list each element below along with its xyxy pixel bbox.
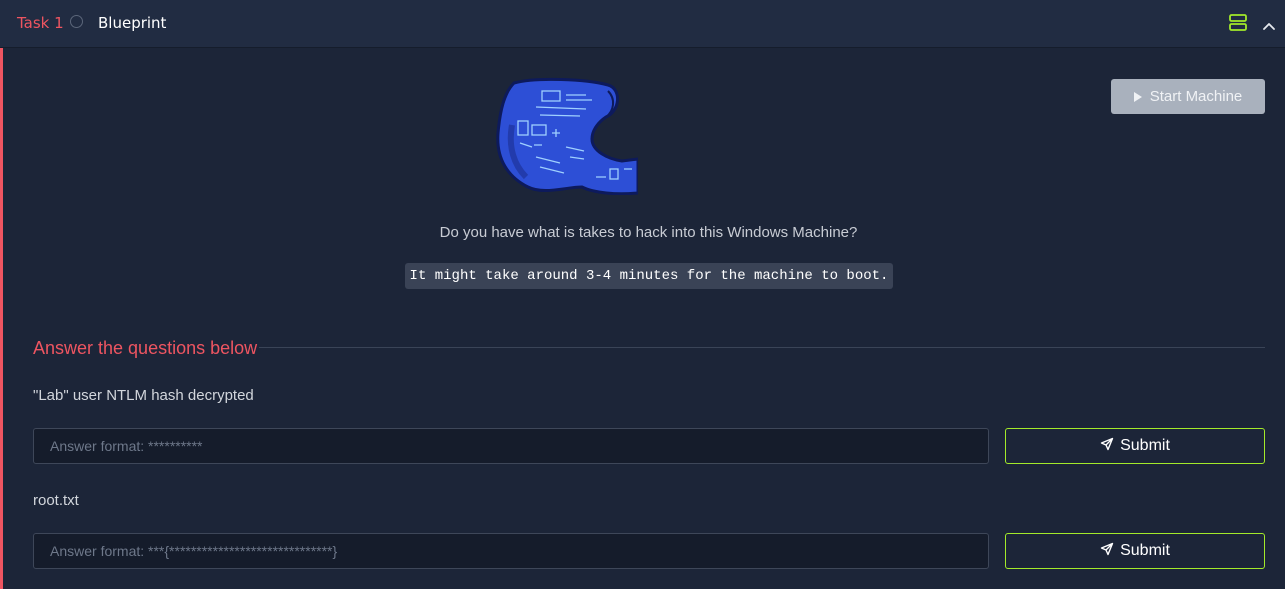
chevron-up-icon[interactable] xyxy=(1262,16,1276,35)
task-body xyxy=(0,48,1285,589)
completion-status-icon xyxy=(70,15,83,28)
task-header[interactable]: Task 1 Blueprint xyxy=(0,0,1285,48)
question-1-answer-input[interactable] xyxy=(33,428,989,464)
task-card: Task 1 Blueprint Start Machine Do you ha… xyxy=(0,0,1285,589)
send-icon xyxy=(1100,437,1114,456)
server-stack-icon[interactable] xyxy=(1229,14,1247,35)
question-1-label: "Lab" user NTLM hash decrypted xyxy=(33,387,254,404)
send-icon xyxy=(1100,542,1114,561)
blueprint-image xyxy=(496,77,640,199)
task-title: Blueprint xyxy=(98,14,167,32)
questions-heading: Answer the questions below xyxy=(33,338,258,358)
question-1-submit-button[interactable]: Submit xyxy=(1005,428,1265,464)
start-machine-label: Start Machine xyxy=(1149,88,1243,105)
question-2-label: root.txt xyxy=(33,492,79,509)
task-number-label: Task 1 xyxy=(17,14,64,32)
submit-label: Submit xyxy=(1120,437,1170,454)
machine-description: Do you have what is takes to hack into t… xyxy=(439,224,858,241)
question-2-answer-input[interactable] xyxy=(33,533,989,569)
questions-divider xyxy=(259,347,1265,348)
play-icon xyxy=(1133,91,1142,102)
boot-time-note: It might take around 3-4 minutes for the… xyxy=(405,263,893,289)
question-2-submit-button[interactable]: Submit xyxy=(1005,533,1265,569)
submit-label: Submit xyxy=(1120,542,1170,559)
start-machine-button[interactable]: Start Machine xyxy=(1111,79,1265,114)
